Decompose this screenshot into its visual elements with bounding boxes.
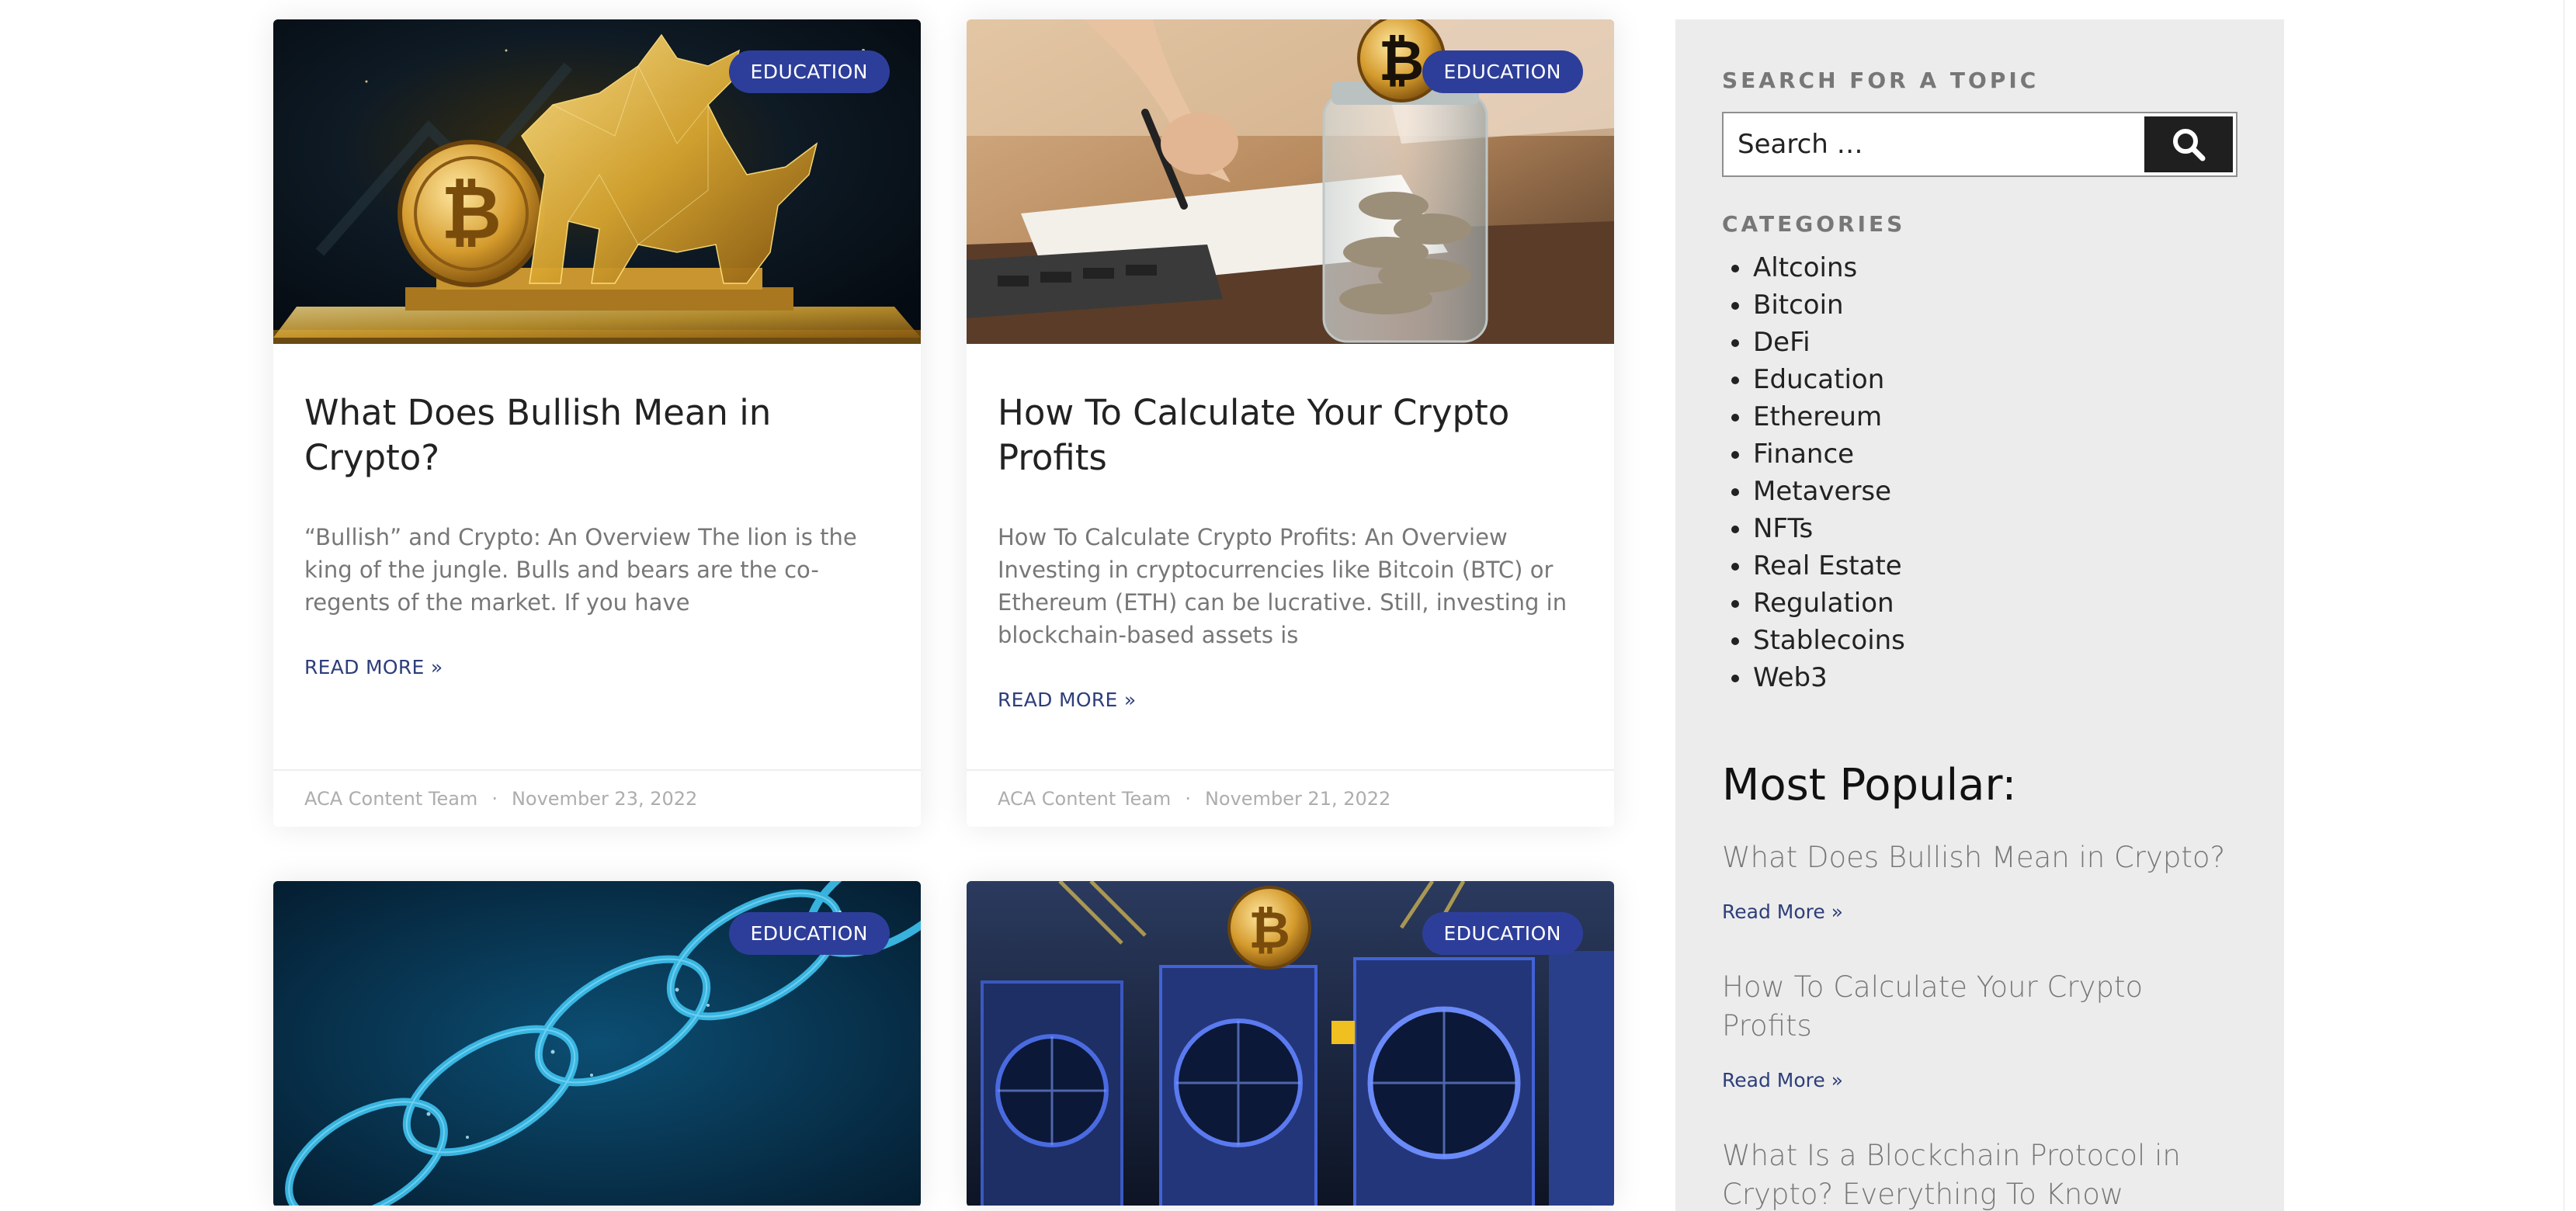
- post-thumbnail[interactable]: EDUCATION: [273, 881, 921, 1206]
- post-thumbnail[interactable]: ₿ EDUCATION: [273, 19, 921, 344]
- category-link[interactable]: Real Estate: [1722, 547, 2238, 585]
- post-author: ACA Content Team: [998, 788, 1172, 810]
- category-link[interactable]: Metaverse: [1722, 473, 2238, 510]
- categories-heading: CATEGORIES: [1722, 211, 1906, 237]
- post-excerpt: How To Calculate Crypto Profits: An Over…: [998, 524, 1567, 648]
- post-excerpt: “Bullish” and Crypto: An Overview The li…: [304, 524, 857, 616]
- post-meta: ACA Content Team · November 23, 2022: [273, 769, 921, 827]
- post-title[interactable]: What Does Bullish Mean in Crypto?: [304, 390, 890, 481]
- category-link[interactable]: Ethereum: [1722, 398, 2238, 435]
- category-link[interactable]: Regulation: [1722, 585, 2238, 622]
- svg-text:₿: ₿: [441, 169, 502, 256]
- category-link[interactable]: Finance: [1722, 435, 2238, 473]
- category-badge[interactable]: EDUCATION: [728, 50, 890, 93]
- popular-post: What Does Bullish Mean in Crypto? Read M…: [1722, 838, 2238, 923]
- post-author: ACA Content Team: [304, 788, 478, 810]
- popular-post-title[interactable]: How To Calculate Your Crypto Profits: [1722, 968, 2238, 1046]
- blog-page: ₿ EDUCATION What Does Bullish Mean in Cr…: [0, 0, 2576, 1211]
- post-card: EDUCATION: [273, 881, 921, 1207]
- popular-read-more-link[interactable]: Read More »: [1722, 1069, 1843, 1091]
- category-badge[interactable]: EDUCATION: [1422, 912, 1583, 955]
- category-list: Altcoins Bitcoin DeFi Education Ethereum…: [1722, 249, 2238, 696]
- post-thumbnail[interactable]: ₿ EDUCATION: [967, 19, 1614, 344]
- read-more-link[interactable]: READ MORE »: [998, 689, 1136, 711]
- post-card: ₿ EDUCATION What Does Bullish Mean in Cr…: [273, 19, 921, 827]
- post-date: November 21, 2022: [1204, 788, 1391, 810]
- sidebar: SEARCH FOR A TOPIC CATEGORIES Altcoins B…: [1675, 19, 2284, 1211]
- category-link[interactable]: Education: [1722, 361, 2238, 398]
- post-title[interactable]: How To Calculate Your Crypto Profits: [998, 390, 1583, 481]
- post-meta: ACA Content Team · November 21, 2022: [967, 769, 1614, 827]
- category-link[interactable]: NFTs: [1722, 510, 2238, 547]
- category-link[interactable]: Bitcoin: [1722, 286, 2238, 324]
- category-link[interactable]: Web3: [1722, 659, 2238, 696]
- search-icon: [2173, 129, 2206, 161]
- meta-separator: ·: [491, 788, 498, 810]
- category-link[interactable]: Altcoins: [1722, 249, 2238, 286]
- meta-separator: ·: [1185, 788, 1191, 810]
- search-input[interactable]: [1724, 113, 2144, 175]
- most-popular-heading: Most Popular:: [1722, 760, 2017, 810]
- read-more-link[interactable]: READ MORE »: [304, 656, 443, 678]
- post-card: ₿ EDUCATION How To Calculate Your Crypto…: [967, 19, 1614, 827]
- post-date: November 23, 2022: [511, 788, 698, 810]
- popular-post: How To Calculate Your Crypto Profits Rea…: [1722, 968, 2238, 1091]
- svg-text:₿: ₿: [1248, 900, 1290, 960]
- popular-post-title[interactable]: What Is a Blockchain Protocol in Crypto?…: [1722, 1136, 2238, 1211]
- popular-read-more-link[interactable]: Read More »: [1722, 900, 1843, 923]
- category-badge[interactable]: EDUCATION: [728, 912, 890, 955]
- search-button[interactable]: [2144, 116, 2233, 172]
- category-link[interactable]: Stablecoins: [1722, 622, 2238, 659]
- search-heading: SEARCH FOR A TOPIC: [1722, 68, 2040, 93]
- post-thumbnail[interactable]: ₿ EDUCATION: [967, 881, 1614, 1206]
- svg-text:₿: ₿: [1379, 28, 1425, 93]
- scrollbar[interactable]: [2564, 0, 2576, 1211]
- category-badge[interactable]: EDUCATION: [1422, 50, 1583, 93]
- post-card: ₿ EDUCATION: [967, 881, 1614, 1207]
- popular-post: What Is a Blockchain Protocol in Crypto?…: [1722, 1136, 2238, 1211]
- category-link[interactable]: DeFi: [1722, 324, 2238, 361]
- popular-post-title[interactable]: What Does Bullish Mean in Crypto?: [1722, 838, 2238, 877]
- search-form: [1722, 112, 2238, 177]
